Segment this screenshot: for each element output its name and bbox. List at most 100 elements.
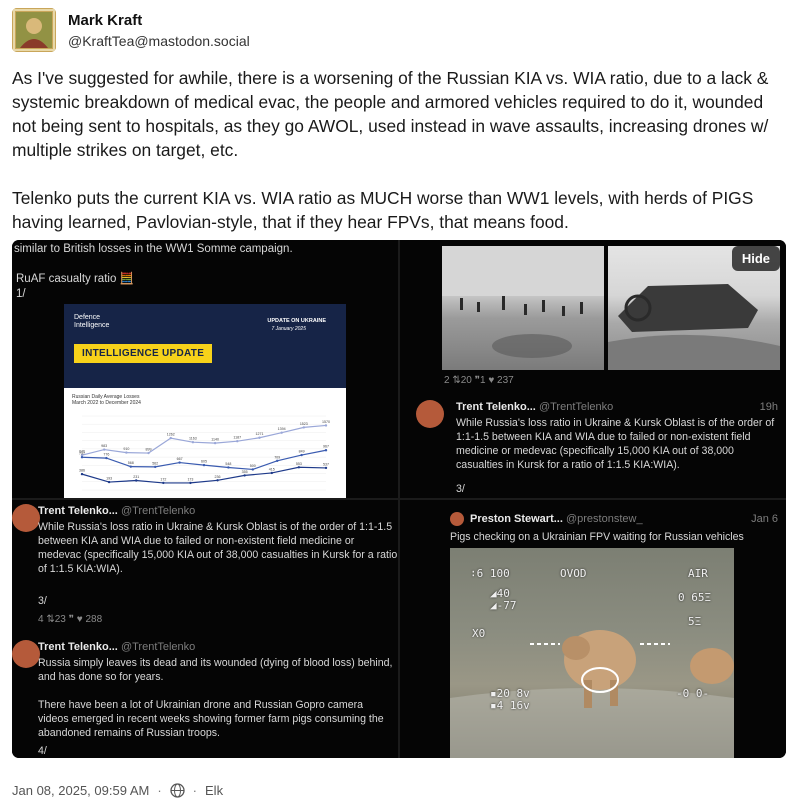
separator: · bbox=[157, 782, 162, 798]
tweet-author-handle: @TrentTelenko bbox=[120, 505, 196, 517]
tweet-author-line: Trent Telenko... @TrentTelenko bbox=[456, 400, 613, 415]
hud-right-1: 0 65Ξ bbox=[678, 591, 712, 604]
chart-data-label: 709 bbox=[274, 455, 280, 459]
chart-data-label: 1570 bbox=[322, 420, 330, 424]
chart-data-label: 386 bbox=[79, 469, 85, 473]
chart-point bbox=[129, 465, 132, 468]
hud-x: X0 bbox=[472, 627, 486, 640]
chart-data-label: 1271 bbox=[255, 432, 263, 436]
tweet-author-line: Trent Telenko... @TrentTelenko bbox=[38, 504, 195, 519]
chart-point bbox=[324, 466, 328, 470]
post-paragraph: As I've suggested for awhile, there is a… bbox=[12, 68, 769, 160]
hud-right-2: 5Ξ bbox=[688, 615, 702, 628]
chart-data-label: 1140 bbox=[211, 438, 219, 442]
tweet-text: There have been a lot of Ukrainian drone… bbox=[38, 699, 384, 739]
tweet-text-fragment: similar to British losses in the WW1 Som… bbox=[14, 243, 293, 255]
chart-data-label: 173 bbox=[187, 477, 193, 481]
chart-data-label: 1523 bbox=[300, 422, 308, 426]
chart-point bbox=[270, 471, 273, 475]
chart-series-line bbox=[81, 424, 327, 456]
chart-point bbox=[80, 456, 84, 459]
chart-data-label: 415 bbox=[269, 467, 275, 471]
client-name[interactable]: Elk bbox=[205, 783, 223, 798]
post-footer: Jan 08, 2025, 09:59 AM · · Elk bbox=[12, 780, 223, 800]
chart-point bbox=[135, 479, 138, 482]
fpv-video-frame[interactable]: ∶6 100 OVOD AIR ◢40 ◢-77 0 65Ξ 5Ξ X0 ▪20… bbox=[450, 548, 734, 758]
tweet-text: While Russia's loss ratio in Ukraine & K… bbox=[456, 417, 775, 471]
ww1-soldiers-photo bbox=[442, 246, 604, 370]
chart-data-label: 1262 bbox=[167, 433, 175, 437]
author-name[interactable]: Mark Kraft bbox=[68, 11, 250, 30]
thread-index: 4/ bbox=[38, 745, 47, 757]
thread-index: 3/ bbox=[456, 483, 465, 495]
telenko-avatar bbox=[12, 504, 40, 532]
hud-left-2: ◢-77 bbox=[490, 599, 517, 612]
abacus-icon: 🧮 bbox=[119, 273, 134, 285]
chart-data-label: 1394 bbox=[278, 427, 286, 431]
chart-point bbox=[178, 461, 181, 464]
hud-bottom-2: ▪4 16v bbox=[490, 699, 530, 712]
chart-data-label: 849 bbox=[299, 450, 305, 454]
loss-chart: 846983910 89912621163 1140 1187127113941523… bbox=[79, 415, 330, 491]
telenko-avatar bbox=[12, 640, 40, 668]
media-image-4[interactable]: Preston Stewart... @prestonstew_ Jan 6 P… bbox=[400, 500, 786, 758]
chart-data-label: 568 bbox=[128, 461, 134, 465]
chart-series-line bbox=[81, 466, 327, 484]
tweet-time: 19h bbox=[759, 401, 778, 413]
chart-point bbox=[105, 456, 108, 460]
author-avatar[interactable] bbox=[12, 8, 56, 52]
ratio-text: RuAF casualty ratio bbox=[16, 273, 117, 285]
tweet-author-name: Trent Telenko... bbox=[456, 401, 536, 413]
chart-data-label: 172 bbox=[160, 477, 166, 481]
media-image-3[interactable]: Trent Telenko... @TrentTelenko While Rus… bbox=[12, 500, 398, 758]
chart-point bbox=[227, 466, 230, 469]
hud-top-center: OVOD bbox=[560, 567, 587, 580]
chart-data-label: 562 bbox=[152, 461, 158, 465]
chart-point bbox=[125, 451, 128, 454]
ratio-line: RuAF casualty ratio 🧮 bbox=[16, 272, 134, 287]
tweet-text: Russia simply leaves its dead and its wo… bbox=[38, 657, 393, 683]
chart-point bbox=[258, 436, 261, 439]
chart-data-label: 355 bbox=[242, 470, 248, 474]
tweet-text: Pigs checking on a Ukrainian FPV waiting… bbox=[450, 531, 744, 543]
hide-media-button[interactable]: Hide bbox=[731, 246, 780, 271]
hud-top-left: ∶6 100 bbox=[470, 567, 510, 580]
chart-data-label: 500 bbox=[250, 464, 256, 468]
tweet-author-handle: @TrentTelenko bbox=[538, 401, 614, 413]
hud-top-right: AIR bbox=[688, 567, 708, 580]
chart-data-label: 236 bbox=[215, 475, 221, 479]
chart-data-label: 548 bbox=[225, 462, 231, 466]
chart-data-label: 983 bbox=[101, 444, 107, 448]
chart-data-label: 776 bbox=[103, 453, 109, 457]
chart-point bbox=[251, 468, 254, 471]
chart-point bbox=[276, 459, 279, 463]
chart-point bbox=[169, 436, 172, 440]
chart-data-label: 1187 bbox=[233, 436, 241, 440]
tweet-author-line: Trent Telenko... @TrentTelenko bbox=[38, 640, 195, 655]
tweet-author-name: Trent Telenko... bbox=[38, 641, 118, 653]
chart-point bbox=[80, 472, 84, 476]
post-timestamp[interactable]: Jan 08, 2025, 09:59 AM bbox=[12, 783, 149, 798]
chart-point bbox=[216, 479, 219, 482]
separator: · bbox=[192, 782, 198, 798]
chart-data-label: 967 bbox=[323, 445, 329, 449]
chart-point bbox=[162, 481, 165, 485]
chart-point bbox=[236, 440, 239, 443]
chart-point bbox=[280, 431, 283, 434]
chart-point bbox=[202, 463, 206, 467]
media-grid: similar to British losses in the WW1 Som… bbox=[12, 240, 786, 758]
author-handle[interactable]: @KraftTea@mastodon.social bbox=[68, 32, 250, 50]
chart-point bbox=[147, 451, 150, 455]
telenko-avatar bbox=[416, 400, 444, 428]
chart-point bbox=[107, 480, 111, 484]
chart-point bbox=[324, 449, 328, 452]
tweet-author-handle: @TrentTelenko bbox=[120, 641, 196, 653]
stewart-avatar bbox=[450, 512, 464, 526]
post-paragraph: Telenko puts the current KIA vs. WIA rat… bbox=[12, 188, 754, 232]
chart-point bbox=[213, 441, 217, 445]
chart-data-label: 231 bbox=[133, 475, 139, 479]
media-image-1[interactable]: similar to British losses in the WW1 Som… bbox=[12, 240, 398, 498]
thread-index: 3/ bbox=[38, 595, 47, 607]
media-image-2[interactable]: Hide 2 ⇅20 ❞1 ♥ 237 Trent Telenko... @Tr… bbox=[400, 240, 786, 498]
chart-data-label: 1163 bbox=[189, 437, 197, 441]
